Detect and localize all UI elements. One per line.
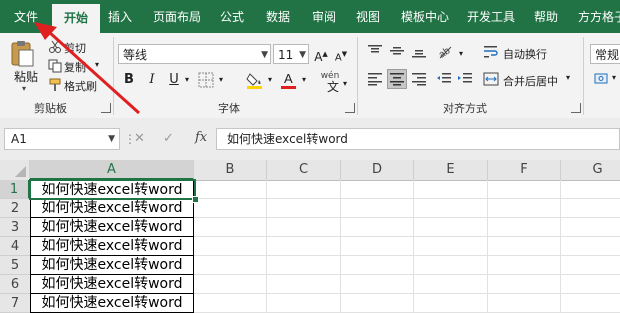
annotation-arrow-icon	[34, 22, 141, 115]
